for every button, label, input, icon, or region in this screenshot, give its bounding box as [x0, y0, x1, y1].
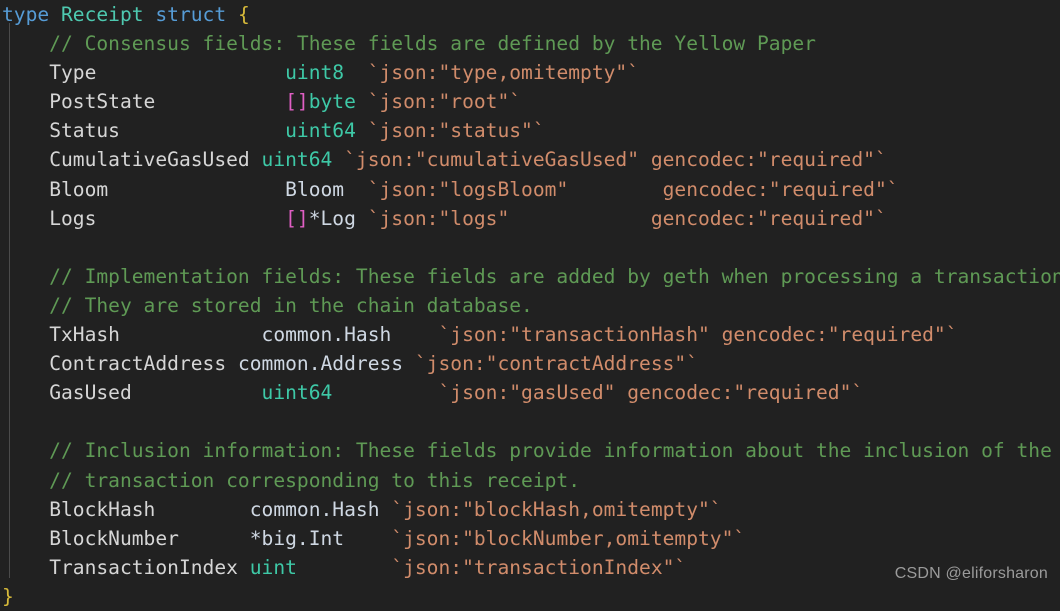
code-line[interactable]: type Receipt struct { — [0, 0, 1060, 29]
code-token-tag: `json:"cumulativeGasUsed" gencodec:"requ… — [344, 148, 887, 172]
code-line[interactable]: PostState []byte `json:"root"` — [0, 87, 1060, 116]
code-line[interactable]: Logs []*Log `json:"logs" gencodec:"requi… — [0, 204, 1060, 233]
code-token-comment: // Consensus fields: These fields are de… — [2, 32, 816, 56]
code-token-ident: Logs — [49, 206, 286, 230]
code-token-builtin: byte — [308, 90, 356, 114]
code-token-ident: GasUsed — [49, 381, 262, 405]
code-token-struct: common.Hash — [261, 323, 392, 347]
code-token-comment: // Inclusion information: These fields p… — [2, 439, 1052, 463]
code-line[interactable]: BlockHash common.Hash `json:"blockHash,o… — [0, 495, 1060, 524]
code-line[interactable] — [0, 233, 1060, 262]
code-token-builtin: uint64 — [261, 148, 333, 172]
code-token-tag: `json:"contractAddress"` — [414, 352, 699, 376]
code-editor[interactable]: type Receipt struct { // Consensus field… — [0, 0, 1060, 608]
code-line[interactable]: // Consensus fields: These fields are de… — [0, 29, 1060, 58]
code-token-ident: Status — [49, 119, 286, 143]
code-token-kw: type — [2, 3, 50, 26]
code-token-builtin: uint8 — [285, 61, 345, 85]
code-line[interactable]: ContractAddress common.Address `json:"co… — [0, 349, 1060, 378]
code-token-punct: [] — [285, 90, 309, 114]
code-line[interactable]: Status uint64 `json:"status"` — [0, 116, 1060, 145]
code-line[interactable]: // They are stored in the chain database… — [0, 291, 1060, 320]
code-token-struct: *big.Int — [249, 526, 345, 550]
code-token-tag: `json:"transactionIndex"` — [391, 555, 687, 579]
code-token-builtin: uint — [249, 555, 297, 579]
code-line[interactable]: Bloom Bloom `json:"logsBloom" gencodec:"… — [0, 175, 1060, 204]
code-line[interactable]: } — [0, 582, 1060, 611]
code-token-tag: `json:"logsBloom" gencodec:"required"` — [367, 177, 899, 201]
code-token-comment: // Implementation fields: These fields a… — [2, 264, 1060, 288]
code-line[interactable]: // Inclusion information: These fields p… — [0, 436, 1060, 465]
code-token-brace: { — [237, 3, 250, 26]
code-line[interactable]: Type uint8 `json:"type,omitempty"` — [0, 58, 1060, 87]
code-token-tag: `json:"gasUsed" gencodec:"required"` — [438, 381, 864, 405]
code-token-tag: `json:"logs" gencodec:"required"` — [367, 206, 887, 230]
code-token-ident: TxHash — [49, 323, 262, 347]
code-token-tag: `json:"transactionHash" gencodec:"requir… — [438, 323, 958, 347]
watermark-text: CSDN @eliforsharon — [894, 565, 1048, 582]
code-token-brace: } — [2, 584, 14, 608]
code-token-builtin: uint64 — [285, 119, 356, 143]
code-token-ident: TransactionIndex — [49, 555, 250, 579]
code-token-ident: Bloom — [49, 177, 286, 201]
code-token-ident: PostState — [49, 90, 286, 114]
code-line[interactable]: // Implementation fields: These fields a… — [0, 262, 1060, 291]
code-token-ident: ContractAddress — [49, 352, 238, 376]
code-line[interactable]: BlockNumber *big.Int `json:"blockNumber,… — [0, 524, 1060, 553]
code-line[interactable]: GasUsed uint64 `json:"gasUsed" gencodec:… — [0, 378, 1060, 407]
code-token-struct: *Log — [308, 206, 356, 230]
code-token-struct: common.Address — [237, 352, 404, 376]
code-token-tag: `json:"blockHash,omitempty"` — [391, 497, 722, 521]
code-content[interactable]: type Receipt struct { // Consensus field… — [0, 0, 1060, 611]
code-token-builtin: uint64 — [261, 381, 333, 405]
code-token-tag: `json:"root"` — [367, 90, 522, 114]
code-token-kw: struct — [155, 3, 227, 26]
code-line[interactable]: // transaction corresponding to this rec… — [0, 466, 1060, 495]
code-token-tag: `json:"status"` — [367, 119, 545, 143]
code-token-ident: BlockHash — [49, 497, 250, 521]
code-token-struct: Bloom — [285, 177, 345, 201]
code-token-ident: BlockNumber — [49, 526, 250, 550]
code-token-struct: common.Hash — [249, 497, 380, 521]
code-token-punct: [] — [285, 206, 309, 230]
code-token-tag: `json:"type,omitempty"` — [367, 61, 640, 85]
code-line[interactable]: CumulativeGasUsed uint64 `json:"cumulati… — [0, 145, 1060, 174]
code-token-comment: // transaction corresponding to this rec… — [2, 468, 581, 492]
code-line[interactable] — [0, 407, 1060, 436]
code-token-typename: Receipt — [60, 3, 144, 26]
code-token-comment: // They are stored in the chain database… — [2, 293, 533, 317]
code-token-ident: CumulativeGasUsed — [49, 148, 262, 172]
code-line[interactable]: TxHash common.Hash `json:"transactionHas… — [0, 320, 1060, 349]
code-token-tag: `json:"blockNumber,omitempty"` — [391, 526, 746, 550]
code-token-ident: Type — [49, 61, 286, 85]
